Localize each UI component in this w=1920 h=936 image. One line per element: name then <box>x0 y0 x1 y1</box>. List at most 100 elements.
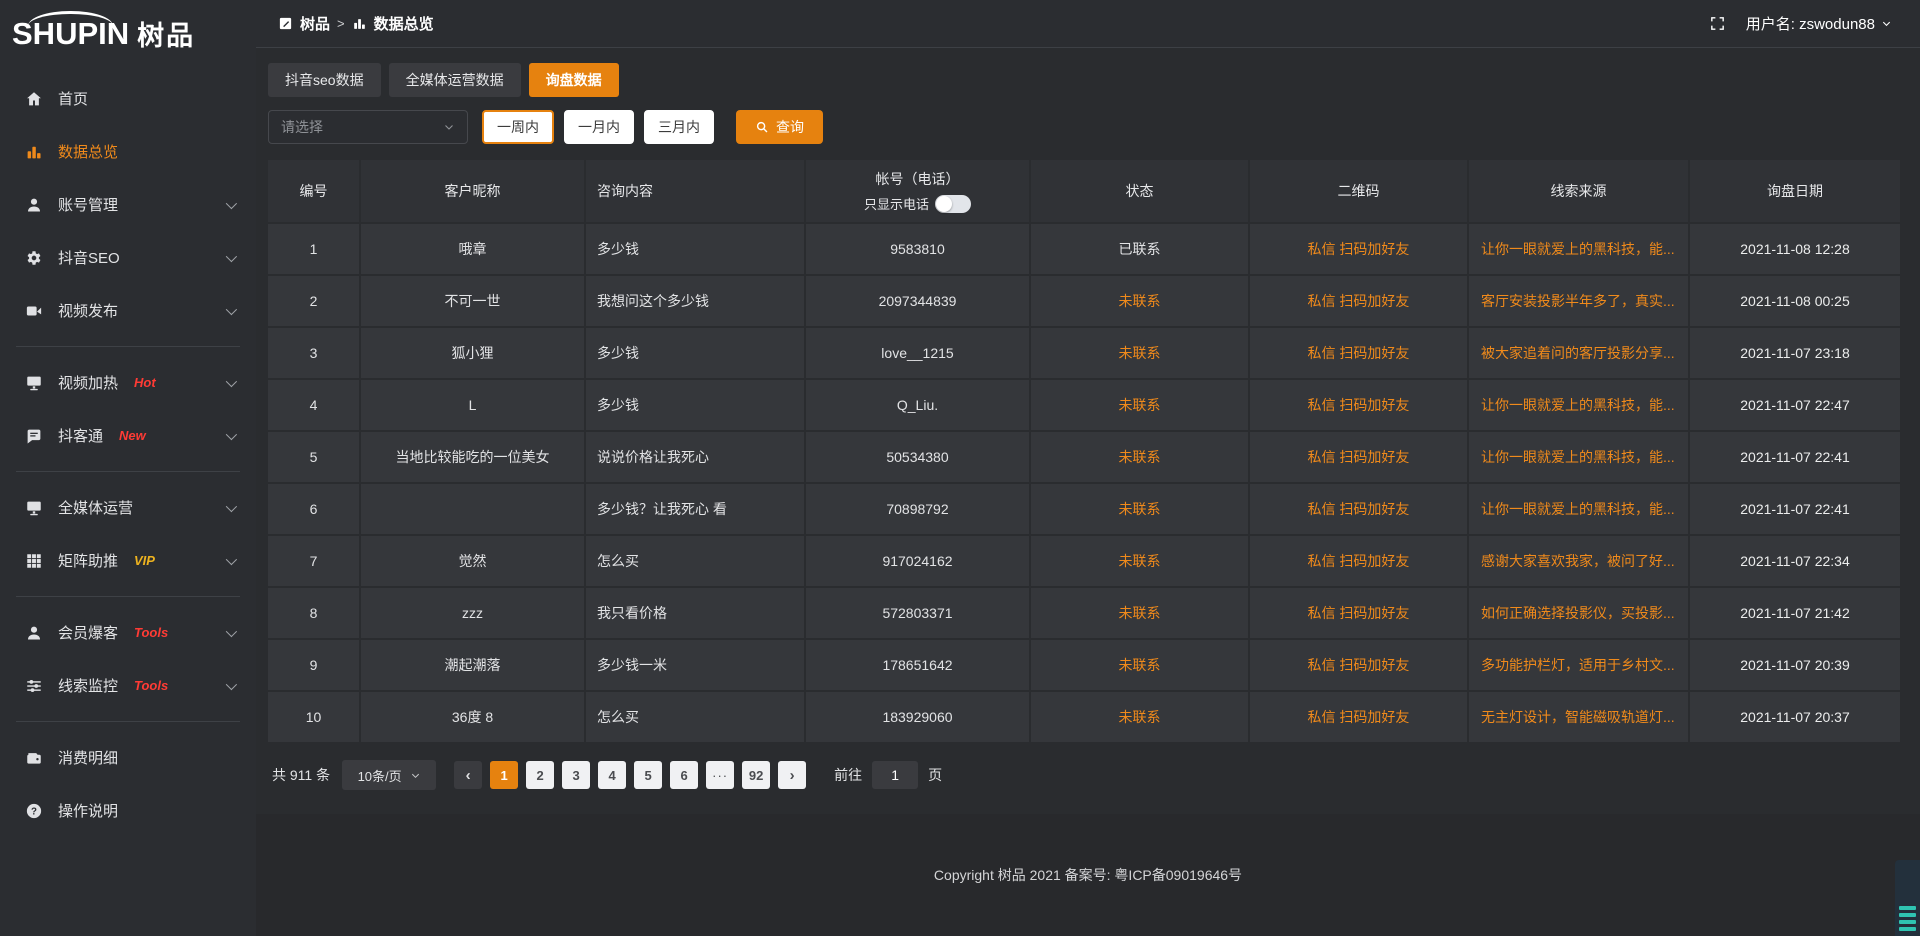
prev-page-button[interactable]: ‹ <box>454 761 482 789</box>
cell-qr-links[interactable]: 私信 扫码加好友 <box>1250 224 1469 276</box>
cell-no: 7 <box>268 536 361 588</box>
bar-chart-icon <box>352 16 367 31</box>
video-upload-icon <box>24 301 43 320</box>
sidebar-item[interactable]: 首页 <box>0 72 256 125</box>
user-icon <box>24 195 43 214</box>
page-size-select[interactable]: 10条/页 <box>342 760 436 790</box>
sidebar-item[interactable]: 视频发布 <box>0 284 256 337</box>
cell-qr-links[interactable]: 私信 扫码加好友 <box>1250 276 1469 328</box>
cell-account: 70898792 <box>806 484 1031 536</box>
page-button[interactable]: 5 <box>634 761 662 789</box>
page-button[interactable]: 4 <box>598 761 626 789</box>
page-jump: 前往 页 <box>834 761 942 789</box>
phone-only-toggle[interactable] <box>935 195 971 213</box>
next-page-button[interactable]: › <box>778 761 806 789</box>
breadcrumb-root[interactable]: 树品 <box>300 13 330 34</box>
cell-qr-links[interactable]: 私信 扫码加好友 <box>1250 328 1469 380</box>
topbar-right: 用户名: zswodun88 <box>1709 13 1892 34</box>
period-button[interactable]: 一月内 <box>564 110 634 144</box>
cell-lead-source[interactable]: 让你一眼就爱上的黑科技，能... <box>1469 224 1690 276</box>
tab[interactable]: 抖音seo数据 <box>268 63 381 97</box>
chevron-down-icon <box>226 197 237 208</box>
page-button[interactable]: 2 <box>526 761 554 789</box>
cell-inquiry-date: 2021-11-07 22:47 <box>1690 380 1900 432</box>
sidebar-item[interactable]: 账号管理 <box>0 178 256 231</box>
cell-lead-source[interactable]: 让你一眼就爱上的黑科技，能... <box>1469 380 1690 432</box>
topbar: 树品 > 数据总览 用户名: zswodun88 <box>256 0 1920 48</box>
page-button[interactable]: 3 <box>562 761 590 789</box>
sidebar-item-label: 账号管理 <box>58 194 118 215</box>
chevron-down-icon <box>226 625 237 636</box>
sidebar-item-label: 操作说明 <box>58 800 118 821</box>
sidebar-item[interactable]: 会员爆客 Tools <box>0 606 256 659</box>
sidebar-item[interactable]: 矩阵助推 VIP <box>0 534 256 587</box>
question-icon: ? <box>24 801 43 820</box>
page-button[interactable]: 6 <box>670 761 698 789</box>
sidebar-item-tag: Hot <box>134 375 156 390</box>
cell-nickname: zzz <box>361 588 586 640</box>
cell-lead-source[interactable]: 感谢大家喜欢我家，被问了好... <box>1469 536 1690 588</box>
sidebar-item[interactable]: 线索监控 Tools <box>0 659 256 712</box>
sidebar-item-tag: Tools <box>134 625 168 640</box>
col-header-content: 咨询内容 <box>586 160 806 224</box>
app-root: SHUPIN 树品 首页 数据总览 账号管理 <box>0 0 1920 936</box>
period-button[interactable]: 三月内 <box>644 110 714 144</box>
cell-lead-source[interactable]: 被大家追着问的客厅投影分享... <box>1469 328 1690 380</box>
cell-qr-links[interactable]: 私信 扫码加好友 <box>1250 692 1469 744</box>
cell-qr-links[interactable]: 私信 扫码加好友 <box>1250 640 1469 692</box>
cell-qr-links[interactable]: 私信 扫码加好友 <box>1250 380 1469 432</box>
col-header-date: 询盘日期 <box>1690 160 1900 224</box>
sidebar-item[interactable]: 抖音SEO <box>0 231 256 284</box>
cell-inquiry-date: 2021-11-08 12:28 <box>1690 224 1900 276</box>
table-row: 3 狐小狸 多少钱 love__1215 未联系 私信 扫码加好友 被大家追着问… <box>268 328 1900 380</box>
cell-lead-source[interactable]: 无主灯设计，智能磁吸轨道灯... <box>1469 692 1690 744</box>
tab[interactable]: 全媒体运营数据 <box>389 63 521 97</box>
breadcrumb-separator: > <box>337 16 345 31</box>
period-button[interactable]: 一周内 <box>482 110 554 144</box>
cell-content: 多少钱 <box>586 328 806 380</box>
sidebar-item[interactable]: 数据总览 <box>0 125 256 178</box>
chevron-down-icon <box>226 553 237 564</box>
chat-icon <box>24 426 43 445</box>
cell-lead-source[interactable]: 多功能护栏灯，适用于乡村文... <box>1469 640 1690 692</box>
cell-qr-links[interactable]: 私信 扫码加好友 <box>1250 536 1469 588</box>
filter-select[interactable]: 请选择 <box>268 110 468 144</box>
cell-inquiry-date: 2021-11-07 22:41 <box>1690 432 1900 484</box>
page-button[interactable]: ··· <box>706 761 734 789</box>
chevron-down-icon <box>226 678 237 689</box>
cell-status: 未联系 <box>1031 692 1250 744</box>
user-menu[interactable]: 用户名: zswodun88 <box>1746 13 1892 34</box>
cell-lead-source[interactable]: 让你一眼就爱上的黑科技，能... <box>1469 484 1690 536</box>
sidebar-item[interactable]: 抖客通 New <box>0 409 256 462</box>
tab[interactable]: 询盘数据 <box>529 63 619 97</box>
total-count: 共 911 条 <box>272 765 330 785</box>
table-row: 1 哦章 多少钱 9583810 已联系 私信 扫码加好友 让你一眼就爱上的黑科… <box>268 224 1900 276</box>
sidebar-item[interactable]: 全媒体运营 <box>0 481 256 534</box>
cell-lead-source[interactable]: 客厅安装投影半年多了，真实... <box>1469 276 1690 328</box>
cell-status: 未联系 <box>1031 640 1250 692</box>
sidebar-item[interactable]: 视频加热 Hot <box>0 356 256 409</box>
sidebar-item-label: 抖客通 <box>58 425 103 446</box>
cell-inquiry-date: 2021-11-07 21:42 <box>1690 588 1900 640</box>
person-icon <box>24 623 43 642</box>
cell-lead-source[interactable]: 如何正确选择投影仪，买投影... <box>1469 588 1690 640</box>
cell-qr-links[interactable]: 私信 扫码加好友 <box>1250 484 1469 536</box>
corner-widget[interactable] <box>1895 860 1920 936</box>
sidebar-item[interactable]: ? 操作说明 <box>0 784 256 837</box>
cell-no: 5 <box>268 432 361 484</box>
search-button[interactable]: 查询 <box>736 110 823 144</box>
cell-nickname: 潮起潮落 <box>361 640 586 692</box>
page-button[interactable]: 1 <box>490 761 518 789</box>
cell-lead-source[interactable]: 让你一眼就爱上的黑科技，能... <box>1469 432 1690 484</box>
sidebar-item[interactable]: 消费明细 <box>0 731 256 784</box>
cell-inquiry-date: 2021-11-07 23:18 <box>1690 328 1900 380</box>
page-jump-input[interactable] <box>872 761 918 789</box>
cell-status: 未联系 <box>1031 432 1250 484</box>
sidebar-divider <box>16 596 240 597</box>
page-button[interactable]: 92 <box>742 761 770 789</box>
table-row: 2 不可一世 我想问这个多少钱 2097344839 未联系 私信 扫码加好友 … <box>268 276 1900 328</box>
cell-qr-links[interactable]: 私信 扫码加好友 <box>1250 432 1469 484</box>
cell-qr-links[interactable]: 私信 扫码加好友 <box>1250 588 1469 640</box>
cell-status: 已联系 <box>1031 224 1250 276</box>
fullscreen-icon[interactable] <box>1709 15 1726 32</box>
